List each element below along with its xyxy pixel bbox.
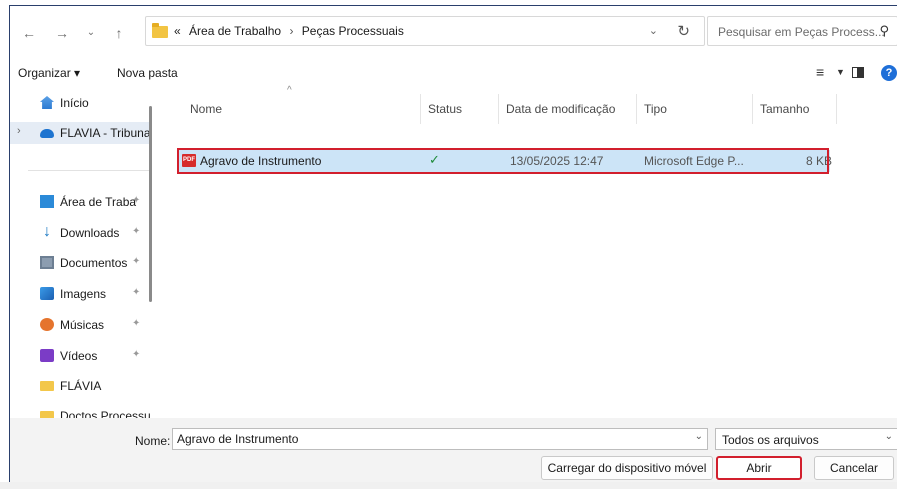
documents-icon (40, 256, 54, 269)
cancel-button[interactable]: Cancelar (814, 456, 894, 480)
sidebar-item-label: Downloads (60, 226, 120, 240)
search-placeholder: Pesquisar em Peças Process... (718, 25, 885, 39)
sort-ascending-icon: ^ (287, 85, 292, 96)
sidebar-item-flavia[interactable]: FLÁVIA (10, 375, 150, 397)
sidebar-item-label: Músicas (60, 318, 105, 332)
sidebar-item-label: Início (60, 96, 89, 110)
pin-icon: ✦ (132, 195, 141, 206)
column-divider[interactable] (752, 94, 753, 124)
help-icon[interactable]: ? (881, 65, 897, 81)
column-header-name[interactable]: Nome (190, 102, 222, 116)
column-header-type[interactable]: Tipo (644, 102, 667, 116)
chevron-down-icon[interactable]: ⌄ (695, 431, 703, 442)
file-type-select[interactable]: Todos os arquivos ⌄ (715, 428, 897, 450)
pin-icon: ✦ (132, 226, 141, 237)
upload-from-mobile-button[interactable]: Carregar do dispositivo móvel (541, 456, 713, 480)
sidebar-item-downloads[interactable]: ↓ Downloads ✦ (10, 222, 150, 244)
organize-menu-button[interactable]: Organizar ▾ (18, 66, 80, 80)
pin-icon: ✦ (132, 256, 141, 267)
chevron-down-icon[interactable]: ⌄ (885, 431, 893, 442)
cloud-icon (40, 129, 54, 138)
breadcrumb: « Área de Trabalho › Peças Processuais (174, 24, 409, 38)
pin-icon: ✦ (132, 318, 141, 329)
taskbar-strip (0, 482, 897, 489)
refresh-icon[interactable]: ↻ (677, 22, 690, 40)
column-header-size[interactable]: Tamanho (760, 102, 809, 116)
sidebar-scrollbar[interactable] (149, 106, 152, 302)
breadcrumb-pecas-processuais[interactable]: Peças Processuais (302, 24, 404, 38)
sidebar-item-imagens[interactable]: Imagens ✦ (10, 283, 150, 305)
view-options-chevron-icon[interactable]: ▼ (836, 67, 845, 77)
column-divider[interactable] (636, 94, 637, 124)
sidebar-item-flavia-tribuna[interactable]: › FLAVIA - Tribuna (10, 122, 150, 144)
pin-icon: ✦ (132, 349, 141, 360)
sidebar-item-label: Área de Traba (60, 195, 137, 209)
open-button[interactable]: Abrir (716, 456, 802, 480)
column-divider[interactable] (498, 94, 499, 124)
sidebar-item-documentos[interactable]: Documentos ✦ (10, 252, 150, 274)
folder-icon (152, 23, 168, 38)
sidebar-item-label: FLÁVIA (60, 379, 102, 393)
recent-locations-chevron-icon[interactable]: ⌄ (82, 24, 100, 42)
sidebar-item-videos[interactable]: Vídeos ✦ (10, 345, 150, 367)
pin-icon: ✦ (132, 287, 141, 298)
desktop-icon (40, 195, 54, 208)
breadcrumb-separator: › (289, 24, 294, 38)
dialog-footer: Nome: ⌄ Todos os arquivos ⌄ Carregar do … (10, 418, 897, 486)
up-arrow-icon[interactable]: ↑ (110, 24, 128, 42)
folder-icon (40, 381, 54, 391)
navigation-pane: Início › FLAVIA - Tribuna Área de Traba … (10, 86, 155, 423)
preview-pane-icon[interactable] (852, 67, 864, 78)
file-type-value: Todos os arquivos (722, 433, 819, 447)
sidebar-item-label: Vídeos (60, 349, 98, 363)
column-divider[interactable] (420, 94, 421, 124)
file-open-dialog: ← → ⌄ ↑ « Área de Trabalho › Peças Proce… (9, 5, 897, 487)
home-icon (40, 96, 54, 109)
sidebar-item-label: Documentos (60, 256, 128, 270)
search-box[interactable]: Pesquisar em Peças Process... ⚲ (707, 16, 897, 46)
sidebar-item-musicas[interactable]: Músicas ✦ (10, 314, 150, 336)
back-arrow-icon[interactable]: ← (20, 24, 38, 42)
column-divider[interactable] (836, 94, 837, 124)
breadcrumb-prefix[interactable]: « (174, 24, 181, 38)
address-dropdown-chevron-icon[interactable]: ⌄ (649, 24, 658, 37)
view-options-icon[interactable]: ≡ (816, 64, 824, 80)
music-icon (40, 318, 54, 331)
video-icon (40, 349, 54, 362)
column-header-modified[interactable]: Data de modificação (506, 102, 615, 116)
sidebar-item-inicio[interactable]: Início (10, 92, 150, 114)
forward-arrow-icon[interactable]: → (53, 24, 71, 42)
sidebar-item-area-de-trabalho[interactable]: Área de Traba ✦ (10, 191, 150, 213)
file-row-highlight (177, 148, 829, 174)
sidebar-item-label: Imagens (60, 287, 107, 301)
download-icon: ↓ (43, 223, 51, 240)
new-folder-button[interactable]: Nova pasta (117, 66, 178, 80)
sidebar-divider (28, 170, 150, 171)
breadcrumb-area-de-trabalho[interactable]: Área de Trabalho (189, 24, 281, 38)
expand-chevron-icon[interactable]: › (17, 125, 21, 137)
file-name-input[interactable] (177, 432, 677, 446)
address-bar[interactable]: « Área de Trabalho › Peças Processuais ⌄… (145, 16, 705, 46)
file-name-combobox[interactable]: ⌄ (172, 428, 708, 450)
column-header-status[interactable]: Status (428, 102, 462, 116)
search-icon: ⚲ (879, 23, 889, 38)
images-icon (40, 287, 54, 300)
sidebar-item-label: FLAVIA - Tribuna (60, 126, 150, 140)
toolbar: Organizar ▾ Nova pasta ≡ ▼ ? (10, 62, 897, 84)
file-name-label: Nome: (135, 434, 171, 448)
